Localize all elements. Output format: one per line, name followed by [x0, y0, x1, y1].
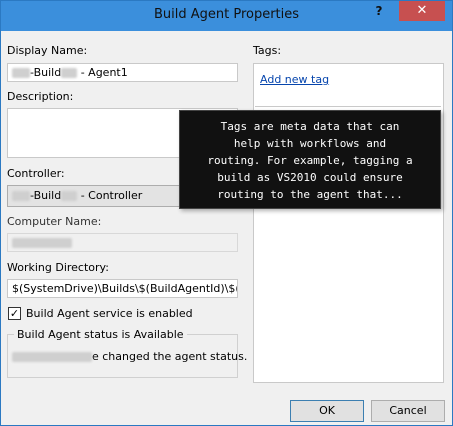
ok-button[interactable]: OK [290, 400, 364, 422]
controller-label: Controller: [7, 167, 65, 180]
controller-end: - Controller [77, 189, 143, 202]
tooltip-line: routing to the agent that... [217, 188, 403, 201]
tags-tooltip: Tags are meta data that can help with wo… [179, 110, 441, 209]
working-directory-field[interactable]: $(SystemDrive)\Builds\$(BuildAgentId)\$(… [7, 279, 238, 298]
cancel-button[interactable]: Cancel [371, 400, 445, 422]
service-enabled-checkbox[interactable]: ✓ [8, 307, 21, 320]
redacted-text [12, 352, 92, 362]
help-button[interactable]: ? [365, 1, 393, 21]
controller-mid: -Build [30, 189, 62, 202]
add-new-tag-link[interactable]: Add new tag [260, 73, 329, 86]
redacted-text [61, 191, 78, 201]
working-directory-label: Working Directory: [7, 261, 109, 274]
tooltip-line: build as VS2010 could ensure [217, 171, 403, 184]
service-enabled-label[interactable]: Build Agent service is enabled [26, 307, 193, 320]
tooltip-line: help with workflows and [233, 137, 387, 150]
display-name-mid: -Build [30, 66, 62, 79]
computer-name-label: Computer Name: [7, 215, 102, 228]
agent-status-message: e changed the agent status. [12, 350, 247, 363]
computer-name-field [7, 233, 238, 252]
agent-status-title: Build Agent status is Available [14, 328, 187, 341]
agent-status-text: e changed the agent status. [92, 350, 248, 363]
build-agent-properties-dialog: Build Agent Properties ? ✕ Display Name:… [0, 0, 453, 426]
description-label: Description: [7, 90, 74, 103]
title-bar[interactable]: Build Agent Properties ? ✕ [1, 1, 452, 31]
tooltip-line: routing. For example, tagging a [207, 154, 413, 167]
tags-divider [255, 106, 441, 107]
redacted-text [61, 68, 78, 78]
redacted-text [12, 191, 30, 201]
tooltip-line: Tags are meta data that can [220, 120, 400, 133]
redacted-text [12, 68, 30, 78]
tags-label: Tags: [253, 44, 282, 57]
display-name-field[interactable]: -Build - Agent1 [7, 63, 238, 82]
display-name-end: - Agent1 [77, 66, 128, 79]
redacted-text [12, 238, 72, 248]
close-button[interactable]: ✕ [399, 1, 445, 21]
agent-status-group: Build Agent status is Available e change… [7, 328, 247, 378]
display-name-label: Display Name: [7, 44, 88, 57]
